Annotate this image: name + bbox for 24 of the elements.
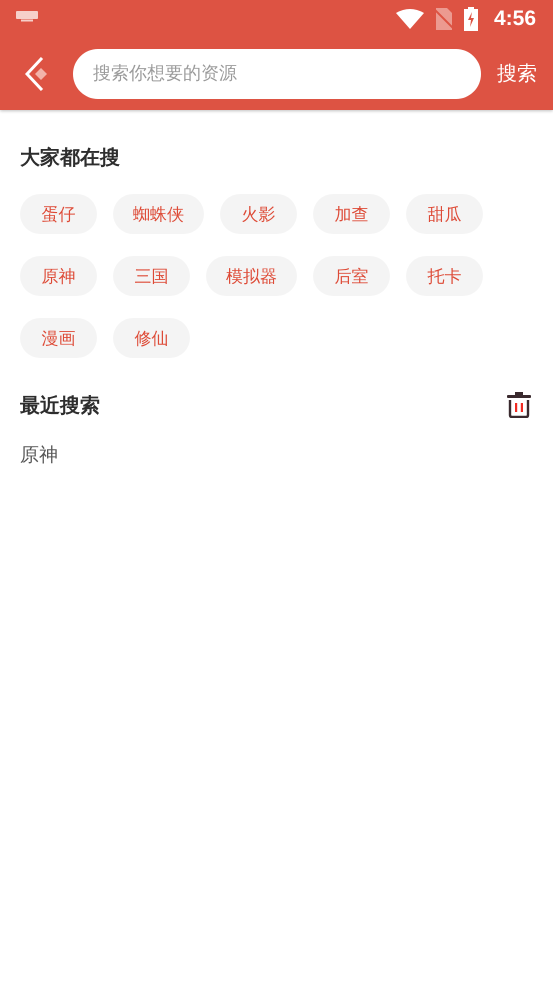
trash-icon[interactable]: [507, 392, 531, 418]
search-field[interactable]: 搜索你想要的资源: [73, 48, 481, 98]
search-button[interactable]: 搜索: [497, 60, 537, 87]
no-sim-icon: [434, 8, 454, 30]
search-tag[interactable]: 蛋仔: [20, 194, 97, 234]
status-time: 4:56: [494, 6, 536, 30]
section-title: 大家都在搜: [20, 144, 120, 170]
wifi-icon: [396, 8, 424, 28]
search-tag[interactable]: 后室: [313, 256, 390, 296]
search-tag[interactable]: 火影: [220, 194, 297, 234]
search-tag[interactable]: 蜘蛛侠: [113, 194, 204, 234]
keyboard-icon: [16, 11, 38, 22]
search-tag[interactable]: 托卡: [406, 256, 483, 296]
search-tag[interactable]: 漫画: [20, 318, 97, 358]
search-tag[interactable]: 模拟器: [206, 256, 297, 296]
battery-charging-icon: [464, 6, 478, 30]
history-item[interactable]: 原神: [20, 436, 533, 474]
search-tag[interactable]: 原神: [20, 256, 97, 296]
search-tag[interactable]: 加查: [313, 194, 390, 234]
search-tag[interactable]: 甜瓜: [406, 194, 483, 234]
search-tag[interactable]: 三国: [113, 256, 190, 296]
search-tag[interactable]: 修仙: [113, 318, 190, 358]
section-title: 最近搜索: [20, 392, 100, 418]
back-icon[interactable]: [25, 56, 49, 90]
